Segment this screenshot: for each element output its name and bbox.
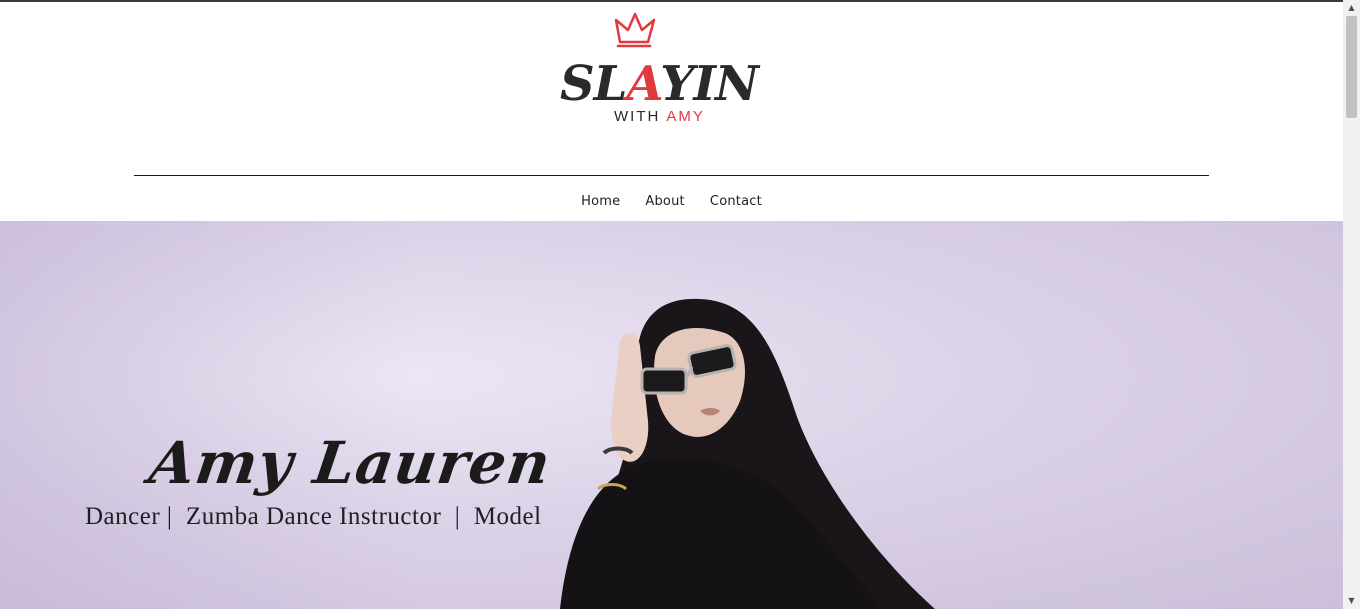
hero-name: Amy Lauren bbox=[145, 429, 556, 497]
main-nav: Home About Contact bbox=[0, 190, 1343, 209]
logo-graphic: SLAYIN WITH AMY bbox=[560, 12, 762, 125]
logo-main-text: SLAYIN bbox=[560, 56, 761, 112]
vertical-scrollbar[interactable]: ▲ ▼ bbox=[1343, 0, 1360, 609]
site-logo[interactable]: SLAYIN WITH AMY bbox=[558, 8, 762, 128]
nav-about[interactable]: About bbox=[645, 194, 684, 209]
header-divider bbox=[134, 175, 1209, 176]
site-header: SLAYIN WITH AMY Home About Contact bbox=[0, 2, 1343, 221]
scroll-down-icon[interactable]: ▼ bbox=[1343, 595, 1360, 607]
logo-sub-text: WITH AMY bbox=[614, 108, 705, 125]
hero-subtitle: Dancer | Zumba Dance Instructor | Model bbox=[85, 503, 542, 530]
hero-banner: Amy Lauren Dancer | Zumba Dance Instruct… bbox=[0, 221, 1343, 609]
scroll-thumb[interactable] bbox=[1346, 16, 1357, 118]
scroll-up-icon[interactable]: ▲ bbox=[1343, 2, 1360, 14]
nav-home[interactable]: Home bbox=[581, 194, 620, 209]
nav-contact[interactable]: Contact bbox=[710, 194, 762, 209]
crown-icon bbox=[614, 12, 656, 48]
hero-photo bbox=[560, 298, 935, 609]
